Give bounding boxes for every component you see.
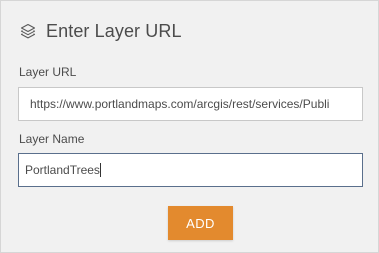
add-layer-panel: Enter Layer URL Layer URL Layer Name Por… <box>0 0 379 253</box>
panel-header: Enter Layer URL <box>18 18 182 44</box>
layer-name-value: PortlandTrees <box>25 163 100 177</box>
panel-title: Enter Layer URL <box>46 20 182 41</box>
layer-url-input[interactable] <box>18 87 363 121</box>
text-caret <box>99 163 101 177</box>
layer-name-input[interactable]: PortlandTrees <box>18 153 363 187</box>
layer-name-label: Layer Name <box>19 132 85 146</box>
layer-url-label: Layer URL <box>19 65 77 79</box>
add-button[interactable]: ADD <box>168 206 233 240</box>
layers-icon <box>18 21 38 41</box>
